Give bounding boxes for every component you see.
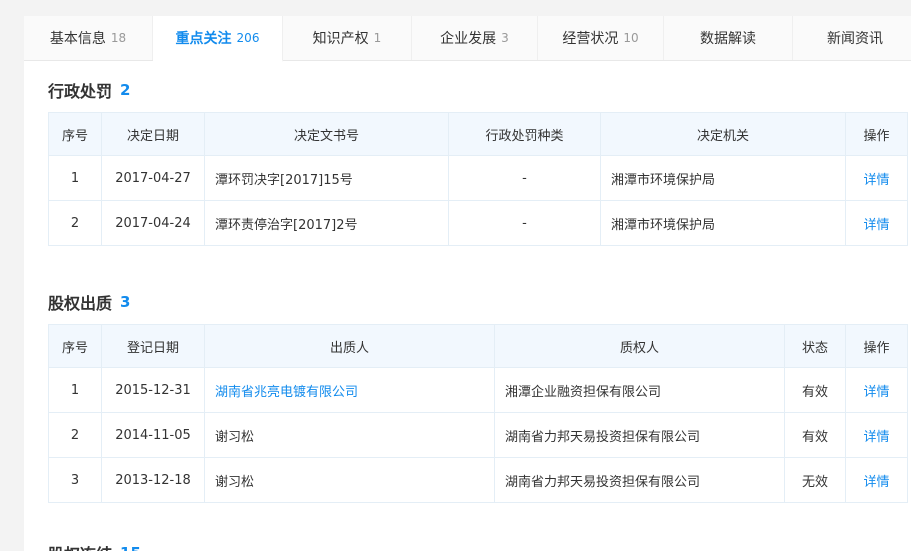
col-header: 序号 xyxy=(48,112,102,156)
col-header: 行政处罚种类 xyxy=(448,112,601,156)
tab-news[interactable]: 新闻资讯 xyxy=(793,16,911,60)
row-number: 2 xyxy=(48,200,102,246)
penalty-table: 序号 决定日期 决定文书号 行政处罚种类 决定机关 操作 1 2017-04-2… xyxy=(48,112,908,246)
table-row: 2 2017-04-24 潭环责停治字[2017]2号 - 湘潭市环境保护局 详… xyxy=(48,200,908,246)
col-header: 登记日期 xyxy=(101,324,205,368)
tab-development[interactable]: 企业发展 3 xyxy=(412,16,538,60)
freeze-section-title: 股权冻结15 xyxy=(48,541,141,551)
tab-bar: 基本信息 18 重点关注 206 知识产权 1 企业发展 3 经营状况 10 数据解读 新… xyxy=(24,16,911,62)
tab-key-focus[interactable]: 重点关注 206 xyxy=(153,16,283,62)
row-number: 3 xyxy=(48,457,102,503)
decision-date: 2017-04-27 xyxy=(101,155,205,201)
detail-link[interactable]: 详情 xyxy=(863,430,889,445)
penalty-section-title: 行政处罚 2 xyxy=(48,81,131,101)
detail-link[interactable]: 详情 xyxy=(863,218,889,233)
pledge-table: 序号 登记日期 出质人 质权人 状态 操作 1 2015-12-31 湖南省兆亮… xyxy=(48,324,908,503)
status-text: 有效 xyxy=(784,367,846,413)
col-header: 决定机关 xyxy=(600,112,846,156)
status-text: 有效 xyxy=(784,412,846,458)
col-header: 出质人 xyxy=(204,324,495,368)
register-date: 2015-12-31 xyxy=(101,367,205,413)
tab-ip[interactable]: 知识产权 1 xyxy=(283,16,412,60)
penalty-kind: - xyxy=(448,200,601,246)
pledgee: 湖南省力邦天易投资担保有限公司 xyxy=(494,412,785,458)
col-header: 状态 xyxy=(784,324,846,368)
col-header: 决定文书号 xyxy=(204,112,449,156)
decision-date: 2017-04-24 xyxy=(101,200,205,246)
tab-operation[interactable]: 经营状况 10 xyxy=(538,16,664,60)
status-text: 无效 xyxy=(784,457,846,503)
table-row: 1 2015-12-31 湖南省兆亮电镀有限公司 湘潭企业融资担保有限公司 有效… xyxy=(48,367,908,413)
table-header-row: 序号 决定日期 决定文书号 行政处罚种类 决定机关 操作 xyxy=(48,112,908,156)
col-header: 操作 xyxy=(845,324,908,368)
pledge-section-title: 股权出质 3 xyxy=(48,293,131,313)
decision-authority: 湘潭市环境保护局 xyxy=(600,200,846,246)
col-header: 序号 xyxy=(48,324,102,368)
row-number: 1 xyxy=(48,155,102,201)
pledgee: 湖南省力邦天易投资担保有限公司 xyxy=(494,457,785,503)
row-number: 2 xyxy=(48,412,102,458)
table-row: 3 2013-12-18 谢习松 湖南省力邦天易投资担保有限公司 无效 详情 xyxy=(48,457,908,503)
table-row: 2 2014-11-05 谢习松 湖南省力邦天易投资担保有限公司 有效 详情 xyxy=(48,412,908,458)
pledgor: 谢习松 xyxy=(204,412,495,458)
penalty-kind: - xyxy=(448,155,601,201)
tab-data-interpretation[interactable]: 数据解读 xyxy=(664,16,793,60)
col-header: 操作 xyxy=(845,112,908,156)
register-date: 2013-12-18 xyxy=(101,457,205,503)
tab-basic-info[interactable]: 基本信息 18 xyxy=(24,16,153,60)
document-number: 潭环责停治字[2017]2号 xyxy=(204,200,449,246)
detail-link[interactable]: 详情 xyxy=(863,385,889,400)
decision-authority: 湘潭市环境保护局 xyxy=(600,155,846,201)
document-number: 潭环罚决字[2017]15号 xyxy=(204,155,449,201)
register-date: 2014-11-05 xyxy=(101,412,205,458)
main-panel: 基本信息 18 重点关注 206 知识产权 1 企业发展 3 经营状况 10 数据解读 新… xyxy=(24,16,911,551)
row-number: 1 xyxy=(48,367,102,413)
pledgee: 湘潭企业融资担保有限公司 xyxy=(494,367,785,413)
detail-link[interactable]: 详情 xyxy=(863,173,889,188)
detail-link[interactable]: 详情 xyxy=(863,475,889,490)
col-header: 质权人 xyxy=(494,324,785,368)
pledgor-link[interactable]: 湖南省兆亮电镀有限公司 xyxy=(215,385,358,400)
table-row: 1 2017-04-27 潭环罚决字[2017]15号 - 湘潭市环境保护局 详… xyxy=(48,155,908,201)
col-header: 决定日期 xyxy=(101,112,205,156)
pledgor: 谢习松 xyxy=(204,457,495,503)
table-header-row: 序号 登记日期 出质人 质权人 状态 操作 xyxy=(48,324,908,368)
